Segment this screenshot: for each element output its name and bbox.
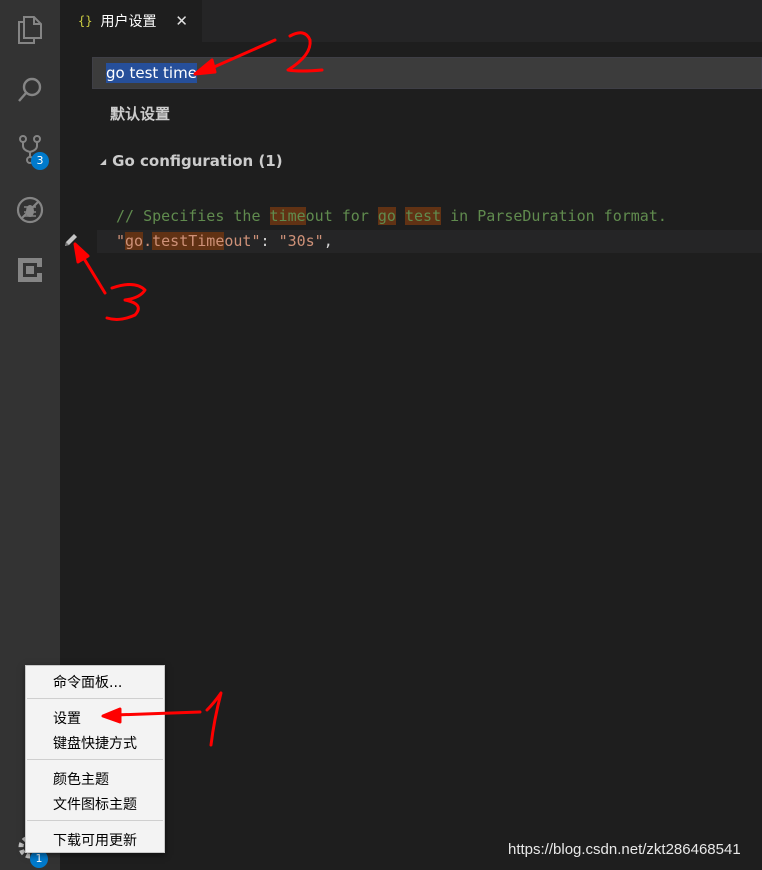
setting-key-text: . xyxy=(143,232,153,250)
menu-item-download-update[interactable]: 下载可用更新 xyxy=(53,830,137,850)
menu-item-color-theme[interactable]: 颜色主题 xyxy=(53,769,109,789)
setting-key-quote: " xyxy=(116,232,126,250)
search-match-highlight: go xyxy=(377,207,396,225)
setting-line[interactable]: "go.testTimeout": "30s", xyxy=(97,230,762,253)
search-icon[interactable] xyxy=(10,70,50,110)
debug-icon[interactable] xyxy=(10,190,50,230)
menu-separator xyxy=(27,820,163,821)
search-match-highlight: time xyxy=(269,207,306,225)
comment-text: // Specifies the xyxy=(116,207,270,225)
setting-key-quote: " xyxy=(251,232,261,250)
tab-title: 用户设置 xyxy=(100,14,157,30)
menu-separator xyxy=(27,759,163,760)
annotation-number-1 xyxy=(205,691,223,747)
search-input-value: go test time xyxy=(106,63,197,83)
json-braces-icon: {} xyxy=(78,14,93,28)
pencil-edit-icon[interactable] xyxy=(63,232,79,248)
section-title: Go configuration (1) xyxy=(112,152,283,170)
comment-text: out for xyxy=(305,207,378,225)
setting-key-match: go xyxy=(125,232,144,250)
setting-description-comment: // Specifies the timeout for go test in … xyxy=(116,207,667,225)
comma: , xyxy=(323,232,333,250)
search-match-highlight: test xyxy=(405,207,442,225)
comment-text xyxy=(396,207,405,225)
comment-text: in ParseDuration format. xyxy=(441,207,667,225)
extensions-icon[interactable] xyxy=(10,250,50,290)
manage-context-menu: 命令面板... 设置 键盘快捷方式 颜色主题 文件图标主题 下载可用更新 xyxy=(25,665,165,853)
menu-item-file-icon-theme[interactable]: 文件图标主题 xyxy=(53,794,137,814)
tab-bar: {} 用户设置 ✕ xyxy=(60,0,762,42)
annotation-arrow-3 xyxy=(78,250,107,295)
setting-key-match: testTime xyxy=(152,232,225,250)
menu-item-settings[interactable]: 设置 xyxy=(53,708,81,728)
tab-user-settings[interactable]: {} 用户设置 ✕ xyxy=(60,0,202,42)
menu-item-command-palette[interactable]: 命令面板... xyxy=(53,672,122,692)
settings-search-input[interactable]: go test time xyxy=(92,57,762,89)
collapse-triangle-icon: ◢ xyxy=(100,156,107,166)
menu-separator xyxy=(27,698,163,699)
setting-key-text: out xyxy=(224,232,252,250)
close-icon[interactable]: ✕ xyxy=(175,12,188,30)
watermark-text: https://blog.csdn.net/zkt286468541 xyxy=(508,841,741,858)
menu-item-keyboard-shortcuts[interactable]: 键盘快捷方式 xyxy=(53,733,137,753)
default-settings-heading: 默认设置 xyxy=(110,105,171,123)
source-control-badge: 3 xyxy=(31,152,49,170)
explorer-icon[interactable] xyxy=(10,10,50,50)
annotation-number-3 xyxy=(105,283,147,321)
settings-section-header[interactable]: ◢ Go configuration (1) xyxy=(100,152,283,170)
colon: : xyxy=(260,232,279,250)
setting-value: "30s" xyxy=(278,232,324,250)
